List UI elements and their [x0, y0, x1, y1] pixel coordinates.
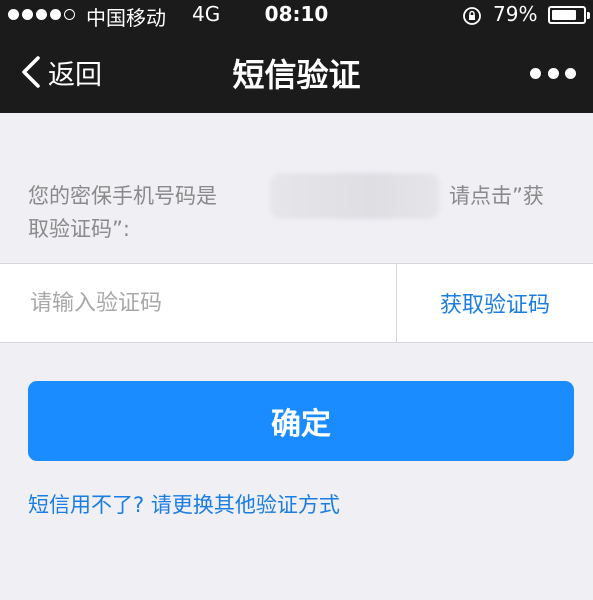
notice-suffix: 请点击”获	[449, 184, 544, 208]
verification-code-input[interactable]	[0, 264, 396, 342]
more-dot	[565, 67, 576, 79]
more-dot	[530, 67, 541, 79]
get-code-button[interactable]: 获取验证码	[397, 264, 593, 342]
sms-verification-screen: 中国移动 4G 08:10 79% 返回 短信验证 您的密保手机号码是 请点击”…	[0, 0, 593, 600]
battery-percent: 79%	[493, 2, 538, 26]
battery-tip	[587, 12, 590, 19]
back-button[interactable]: 返回	[18, 52, 102, 92]
notice-prefix: 您的密保手机号码是	[28, 184, 217, 208]
top-bar: 中国移动 4G 08:10 79% 返回 短信验证	[0, 0, 593, 113]
chevron-left-icon	[22, 56, 40, 88]
battery-fill	[552, 10, 576, 20]
navigation-bar: 返回 短信验证	[0, 30, 593, 113]
status-bar: 中国移动 4G 08:10 79%	[0, 0, 593, 30]
masked-phone-number	[270, 173, 440, 219]
alternative-verification-link[interactable]: 短信用不了? 请更换其他验证方式	[28, 489, 340, 519]
confirm-button[interactable]: 确定	[28, 381, 574, 461]
verification-input-row: 获取验证码	[0, 263, 593, 343]
battery-icon	[548, 6, 590, 24]
orientation-lock-icon	[463, 7, 481, 25]
more-dot	[547, 67, 559, 79]
more-options-button[interactable]	[530, 66, 576, 80]
back-label: 返回	[48, 59, 102, 91]
notice-line-2: 取验证码”:	[28, 217, 130, 241]
